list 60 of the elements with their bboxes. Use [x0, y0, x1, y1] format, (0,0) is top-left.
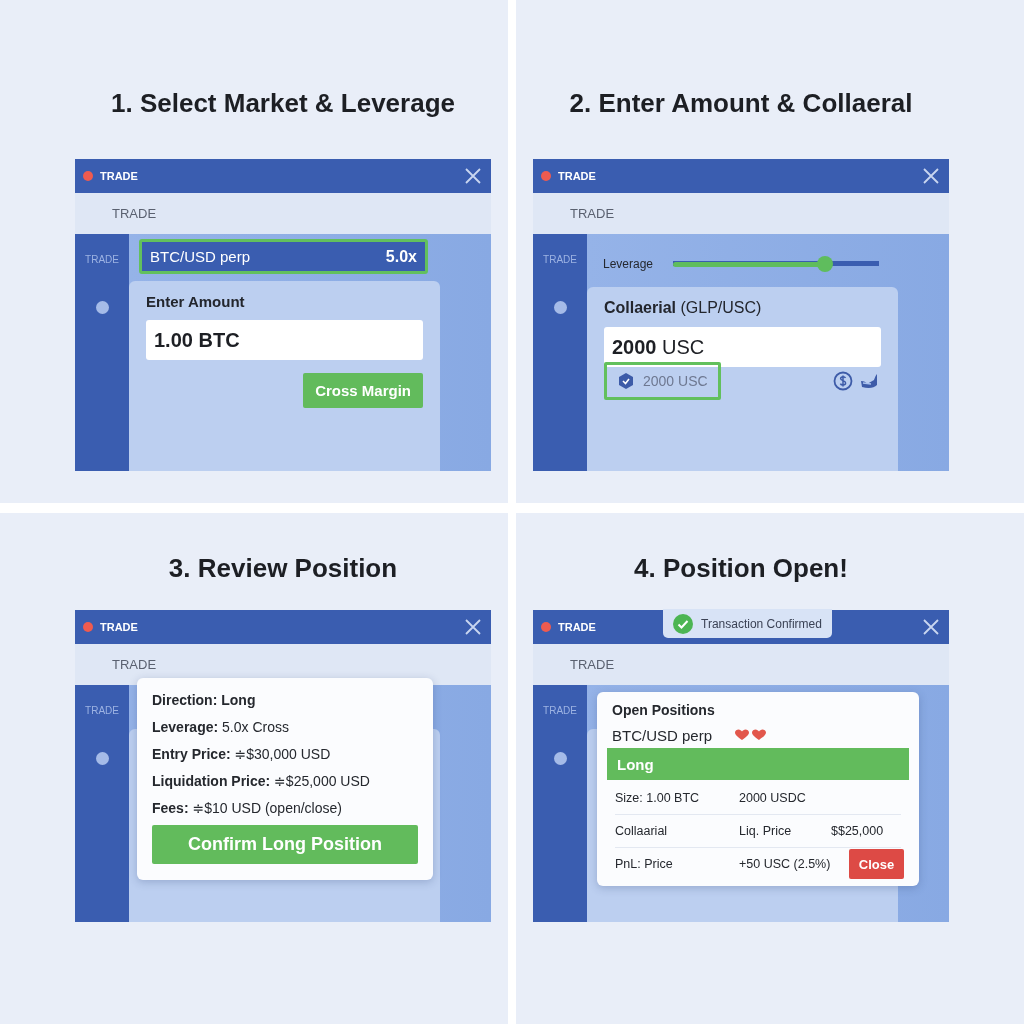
check-icon	[673, 613, 693, 634]
window-title: TRADE	[100, 170, 138, 182]
market-name: BTC/USD perp	[612, 726, 713, 744]
window-title: TRADE	[558, 621, 596, 633]
table-cell-text: $$25,000	[831, 824, 885, 838]
positions-title: Open Positions	[611, 702, 716, 720]
hearts-icon	[734, 729, 769, 741]
market-selector[interactable]: BTC/USD perp 5.0x	[139, 239, 428, 274]
status-dot	[83, 171, 93, 181]
toast-text: Transaction Confirmed	[701, 616, 822, 631]
sidebar-dot[interactable]	[553, 301, 567, 314]
close-icon[interactable]	[923, 168, 939, 184]
step-heading: 1. Select Market & Leverage	[111, 88, 455, 119]
table-cell-text: Size: 1.00 BTC	[615, 791, 701, 805]
table-cell-text: Liq. Price	[739, 824, 793, 838]
step-heading: 2. Enter Amount & Collaeral	[569, 88, 913, 119]
detail-text: Fees: ≑$10 USD (open/close)	[152, 800, 343, 816]
cross-margin-button[interactable]: Cross Margin	[303, 373, 423, 408]
table-cell-text: Collaarial	[615, 824, 669, 838]
step-heading: 4. Position Open!	[634, 553, 848, 584]
detail-text: Liquidation Price: ≑$25,000 USD	[152, 773, 371, 789]
tab[interactable]: TRADE	[112, 206, 157, 221]
sidebar-label[interactable]: TRADE	[85, 254, 119, 265]
step-heading: 3. Review Position	[168, 553, 398, 584]
tab[interactable]: TRADE	[112, 657, 157, 672]
amount-field[interactable]: 1.00 BTC	[146, 320, 423, 360]
status-dot	[541, 622, 551, 632]
status-dot	[541, 171, 551, 181]
close-icon[interactable]	[465, 619, 481, 635]
balance-value: 2000 USC	[643, 373, 708, 389]
tag-icon	[617, 372, 635, 390]
collateral-field[interactable]: 2000 USC	[604, 327, 881, 367]
close-icon[interactable]	[923, 619, 939, 635]
table-cell-text: +50 USC (2.5%)	[739, 857, 832, 871]
sidebar-dot[interactable]	[95, 301, 109, 314]
balance-chip[interactable]: 2000 USC	[604, 362, 721, 400]
sidebar-label[interactable]: TRADE	[543, 705, 577, 716]
slider-label: Leverage	[603, 257, 654, 271]
tab[interactable]: TRADE	[570, 206, 615, 221]
detail-text: Leverage: 5.0x Cross	[152, 719, 290, 735]
sidebar-dot[interactable]	[553, 752, 567, 765]
sidebar-label[interactable]: TRADE	[85, 705, 119, 716]
field-label: Enter Amount	[146, 293, 246, 310]
sidebar-dot[interactable]	[95, 752, 109, 765]
tab[interactable]: TRADE	[570, 657, 615, 672]
detail-text: Entry Price: ≑$30,000 USD	[152, 746, 332, 762]
field-label: Collaerial (GLP/USC)	[604, 299, 763, 317]
table-cell-text: PnL: Price	[615, 857, 674, 871]
confirm-button[interactable]: Confirm Long Position	[152, 825, 418, 864]
slider-thumb[interactable]	[817, 256, 834, 272]
sidebar-label[interactable]: TRADE	[543, 254, 577, 265]
window-title: TRADE	[100, 621, 138, 633]
close-position-button[interactable]: Close	[849, 849, 904, 879]
direction-text: Direction: Long	[152, 692, 257, 708]
close-icon[interactable]	[465, 168, 481, 184]
window-title: TRADE	[558, 170, 596, 182]
long-banner: Long	[607, 748, 909, 780]
status-dot	[83, 622, 93, 632]
dollar-icon[interactable]	[833, 371, 853, 391]
table-cell-text: 2000 USDC	[739, 791, 807, 805]
